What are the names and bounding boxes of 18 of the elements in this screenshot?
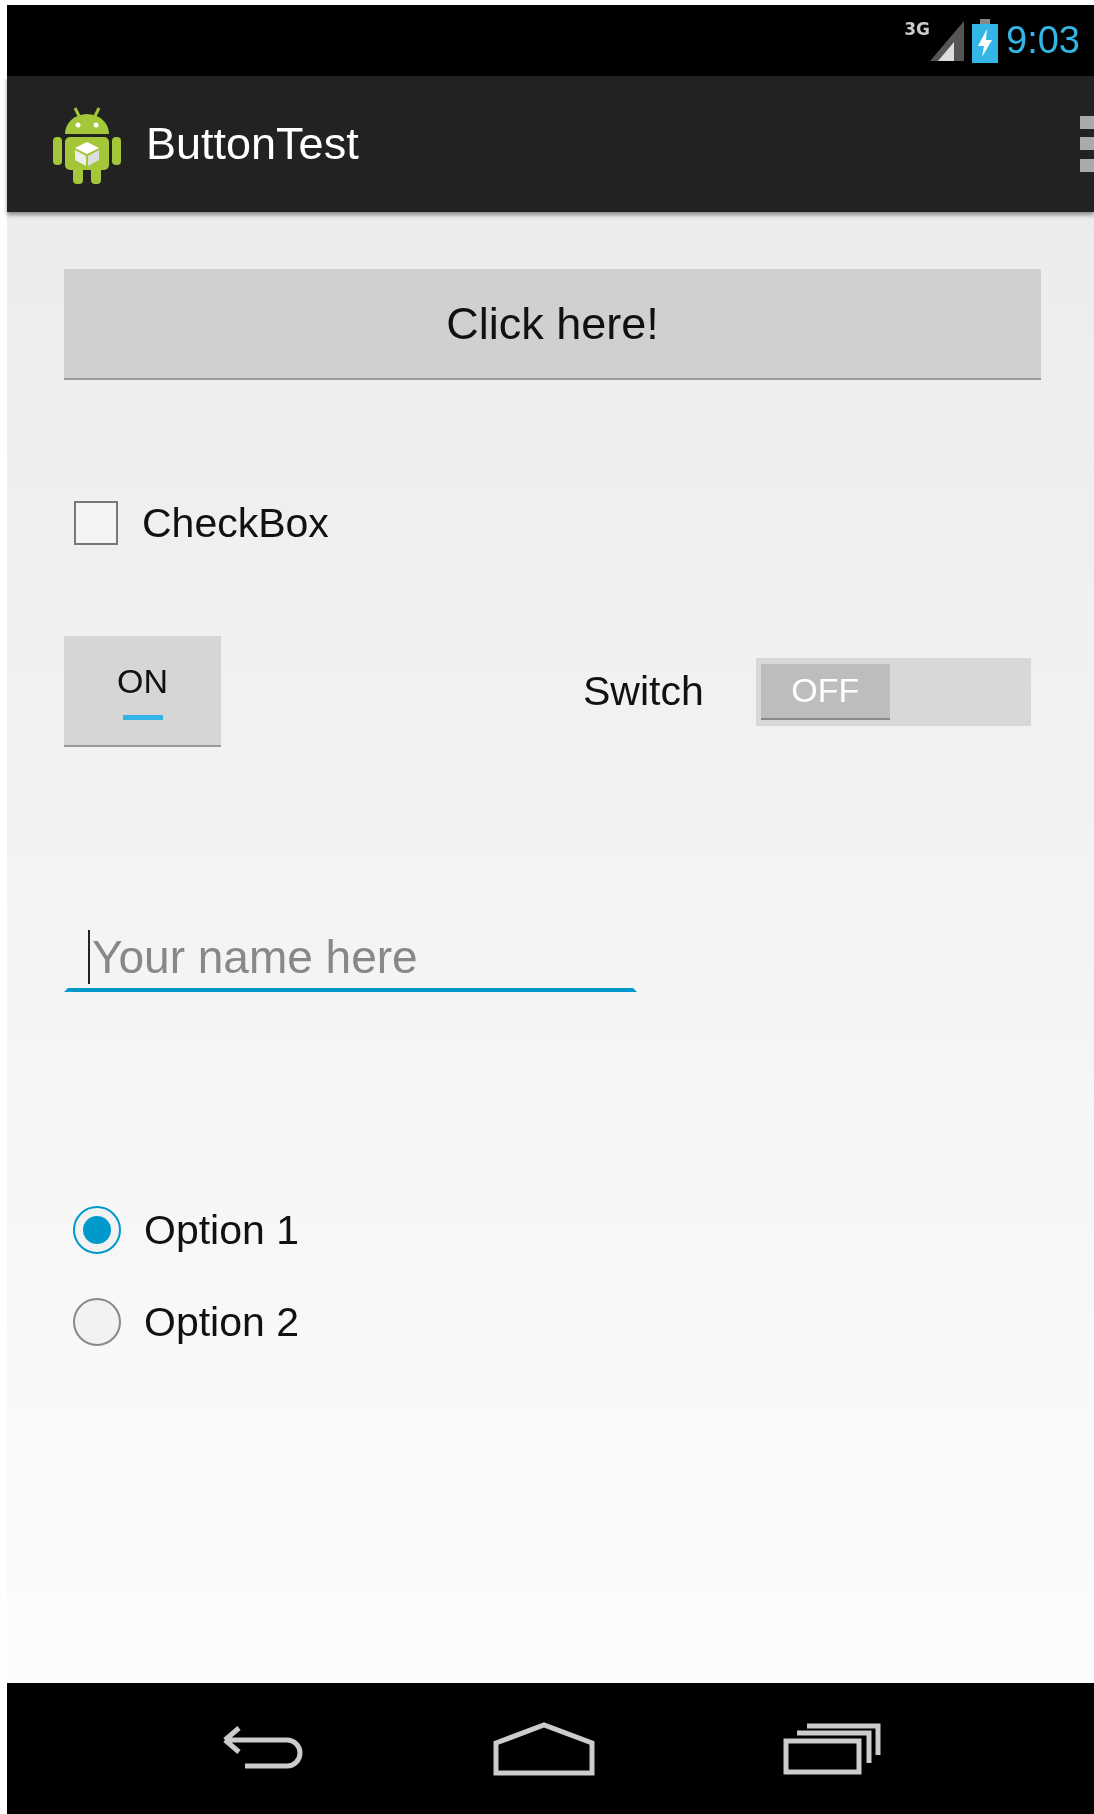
click-button[interactable]: Click here! [64, 269, 1041, 380]
name-input-field[interactable]: Your name here [64, 914, 637, 992]
radio-label: Option 1 [144, 1206, 299, 1254]
signal-icon [930, 20, 965, 61]
app-title: ButtonTest [146, 118, 360, 170]
checkbox-label: CheckBox [142, 499, 329, 547]
radio-button[interactable] [73, 1206, 121, 1254]
radio-label: Option 2 [144, 1298, 299, 1346]
network-type-label: 3G [904, 19, 931, 39]
battery-charging-icon [972, 18, 999, 63]
checkbox[interactable] [74, 501, 118, 545]
radio-button[interactable] [73, 1298, 121, 1346]
overflow-menu-icon[interactable] [1080, 116, 1094, 172]
recent-apps-icon[interactable] [782, 1722, 881, 1775]
toggle-button[interactable]: ON [64, 636, 221, 747]
switch-label: Switch [583, 668, 704, 715]
clock-time: 9:03 [1006, 19, 1080, 62]
home-icon[interactable] [491, 1720, 596, 1777]
